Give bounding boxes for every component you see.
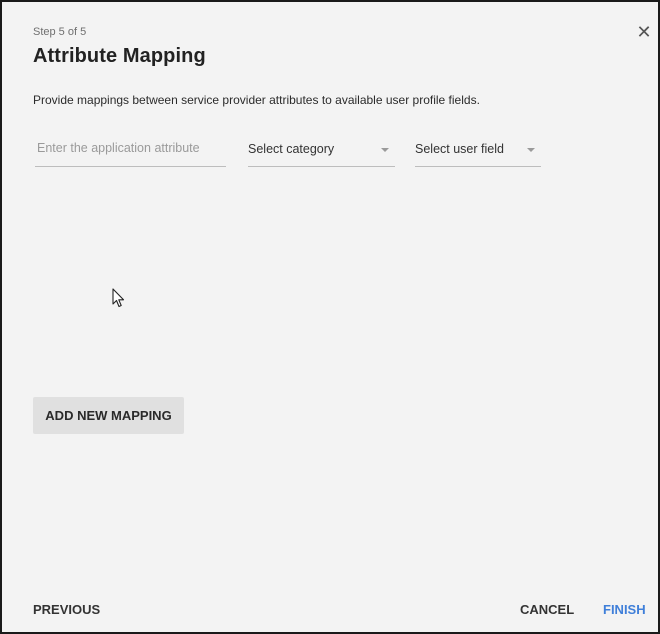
category-select[interactable]: Select category [248, 135, 395, 167]
user-field-select-value: Select user field [415, 142, 504, 156]
step-indicator: Step 5 of 5 [33, 26, 87, 38]
user-field-select[interactable]: Select user field [415, 135, 541, 167]
chevron-down-icon [527, 148, 535, 152]
attribute-mapping-dialog: Step 5 of 5 Attribute Mapping ✕ Provide … [0, 0, 660, 634]
application-attribute-field [35, 135, 226, 167]
close-icon: ✕ [636, 21, 652, 42]
mouse-pointer-icon [112, 288, 125, 313]
finish-button[interactable]: FINISH [603, 602, 646, 617]
add-new-mapping-button[interactable]: ADD NEW MAPPING [33, 397, 184, 434]
dialog-title: Attribute Mapping [33, 45, 206, 67]
close-button[interactable]: ✕ [634, 22, 654, 42]
category-select-value: Select category [248, 142, 335, 156]
cancel-button[interactable]: CANCEL [520, 602, 574, 617]
chevron-down-icon [381, 148, 389, 152]
dialog-description: Provide mappings between service provide… [33, 93, 480, 107]
previous-button[interactable]: PREVIOUS [33, 602, 100, 617]
application-attribute-input[interactable] [35, 135, 226, 161]
